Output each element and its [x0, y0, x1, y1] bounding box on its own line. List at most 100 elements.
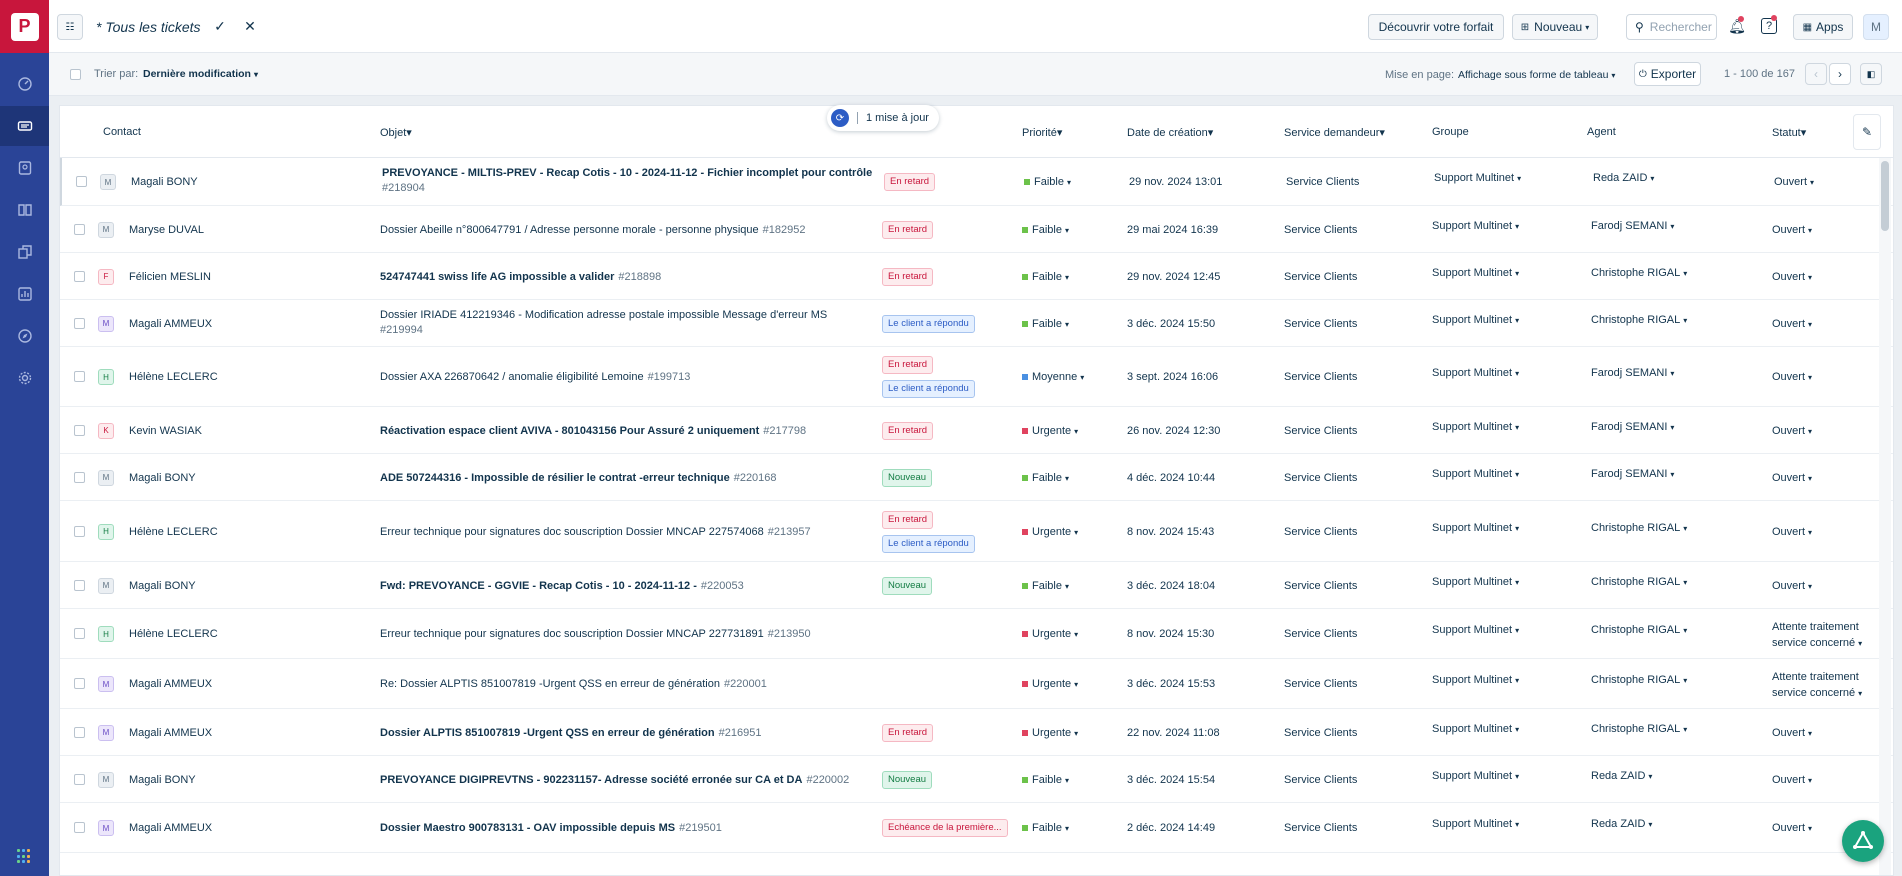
group-dropdown[interactable]: Support Multinet ▾ [1432, 314, 1519, 326]
update-notice-pill[interactable]: ⟳ 1 mise à jour [827, 105, 939, 131]
agent-dropdown[interactable]: Farodj SEMANI ▾ [1591, 220, 1674, 232]
contact-name[interactable]: Kevin WASIAK [129, 425, 202, 437]
row-checkbox[interactable] [74, 371, 85, 382]
row-checkbox[interactable] [74, 579, 85, 591]
save-view-check-icon[interactable]: ✓ [212, 18, 228, 34]
contact-name[interactable]: Magali AMMEUX [129, 822, 212, 834]
agent-dropdown[interactable]: Christophe RIGAL ▾ [1591, 624, 1687, 636]
agent-dropdown[interactable]: Christophe RIGAL ▾ [1591, 723, 1687, 735]
toggle-side-panel-button[interactable]: ◧ [1860, 63, 1882, 85]
status-dropdown[interactable]: Ouvert ▾ [1772, 470, 1872, 487]
nav-reports[interactable] [0, 274, 49, 314]
contact-name[interactable]: Magali AMMEUX [129, 727, 212, 739]
contact-name[interactable]: Magali BONY [129, 580, 196, 592]
table-row[interactable]: M Maryse DUVAL Dossier Abeille n°8006477… [60, 206, 1893, 253]
search-input[interactable]: ⚲ Rechercher [1626, 14, 1717, 40]
table-row[interactable]: M Magali AMMEUX Dossier ALPTIS 851007819… [60, 709, 1893, 756]
new-button[interactable]: ⊞ Nouveau ▾ [1512, 14, 1598, 40]
priority-dropdown[interactable]: Faible ▾ [1024, 176, 1071, 188]
group-dropdown[interactable]: Support Multinet ▾ [1432, 770, 1519, 782]
status-dropdown[interactable]: Ouvert ▾ [1772, 369, 1872, 386]
row-checkbox[interactable] [74, 223, 85, 235]
group-dropdown[interactable]: Support Multinet ▾ [1432, 674, 1519, 686]
contact-name[interactable]: Hélène LECLERC [129, 526, 218, 538]
row-checkbox[interactable] [74, 726, 85, 738]
sort-dropdown[interactable]: Dernière modification ▾ [143, 68, 258, 80]
group-dropdown[interactable]: Support Multinet ▾ [1432, 522, 1519, 534]
column-statut[interactable]: Statut▾ [1772, 126, 1806, 139]
table-row[interactable]: M Magali BONY ADE 507244316 - Impossible… [60, 454, 1893, 501]
row-checkbox[interactable] [74, 471, 85, 483]
priority-dropdown[interactable]: Faible ▾ [1022, 822, 1069, 834]
agent-dropdown[interactable]: Christophe RIGAL ▾ [1591, 267, 1687, 279]
contact-name[interactable]: Hélène LECLERC [129, 628, 218, 640]
contact-name[interactable]: Félicien MESLIN [129, 271, 211, 283]
ticket-subject[interactable]: Dossier Abeille n°800647791 / Adresse pe… [380, 224, 805, 236]
ticket-subject[interactable]: Erreur technique pour signatures doc sou… [380, 628, 811, 640]
ticket-subject[interactable]: Erreur technique pour signatures doc sou… [380, 526, 811, 538]
agent-dropdown[interactable]: Christophe RIGAL ▾ [1591, 674, 1687, 686]
ticket-subject[interactable]: Re: Dossier ALPTIS 851007819 -Urgent QSS… [380, 678, 767, 690]
contact-name[interactable]: Magali BONY [131, 176, 198, 188]
status-dropdown[interactable]: Ouvert ▾ [1772, 725, 1872, 742]
ticket-subject[interactable]: Dossier Maestro 900783131 - OAV impossib… [380, 822, 722, 834]
nav-contacts[interactable] [0, 148, 49, 188]
row-checkbox[interactable] [74, 773, 85, 785]
agent-dropdown[interactable]: Christophe RIGAL ▾ [1591, 576, 1687, 588]
table-row[interactable]: H Hélène LECLERC Dossier AXA 226870642 /… [60, 347, 1893, 407]
row-checkbox[interactable] [74, 822, 85, 833]
toggle-filters-button[interactable]: ☷ [57, 14, 83, 40]
table-row[interactable]: K Kevin WASIAK Réactivation espace clien… [60, 407, 1893, 454]
edit-columns-button[interactable]: ✎ [1853, 114, 1881, 150]
row-checkbox[interactable] [74, 270, 85, 282]
priority-dropdown[interactable]: Moyenne ▾ [1022, 371, 1084, 383]
scrollbar-thumb[interactable] [1881, 161, 1889, 231]
ticket-subject[interactable]: Dossier IRIADE 412219346 - Modification … [380, 309, 827, 336]
status-dropdown[interactable]: Ouvert ▾ [1774, 174, 1874, 191]
column-priorite[interactable]: Priorité▾ [1022, 126, 1062, 139]
table-scrollbar[interactable] [1879, 158, 1891, 875]
user-avatar[interactable]: M [1863, 14, 1889, 40]
row-checkbox[interactable] [76, 176, 87, 187]
priority-dropdown[interactable]: Faible ▾ [1022, 774, 1069, 786]
group-dropdown[interactable]: Support Multinet ▾ [1432, 624, 1519, 636]
status-dropdown[interactable]: Attente traitement service concerné ▾ [1772, 669, 1872, 702]
ticket-subject[interactable]: 524747441 swiss life AG impossible a val… [380, 271, 661, 283]
discover-plan-button[interactable]: Découvrir votre forfait [1368, 14, 1504, 40]
nav-assets[interactable] [0, 232, 49, 272]
select-all-checkbox[interactable] [70, 69, 81, 80]
status-dropdown[interactable]: Ouvert ▾ [1772, 578, 1872, 595]
app-switcher-icon[interactable] [17, 849, 32, 864]
agent-dropdown[interactable]: Farodj SEMANI ▾ [1591, 468, 1674, 480]
status-dropdown[interactable]: Ouvert ▾ [1772, 772, 1872, 789]
column-objet[interactable]: Objet▾ [380, 126, 412, 139]
table-row[interactable]: F Félicien MESLIN 524747441 swiss life A… [60, 253, 1893, 300]
status-dropdown[interactable]: Ouvert ▾ [1772, 269, 1872, 286]
group-dropdown[interactable]: Support Multinet ▾ [1432, 220, 1519, 232]
priority-dropdown[interactable]: Faible ▾ [1022, 271, 1069, 283]
prev-page-button[interactable]: ‹ [1805, 63, 1827, 85]
view-title[interactable]: * Tous les tickets [96, 19, 201, 35]
agent-dropdown[interactable]: Reda ZAID ▾ [1591, 818, 1652, 830]
ticket-subject[interactable]: Fwd: PREVOYANCE - GGVIE - Recap Cotis - … [380, 580, 744, 592]
ticket-subject[interactable]: ADE 507244316 - Impossible de résilier l… [380, 472, 777, 484]
table-row[interactable]: M Magali BONY PREVOYANCE - MILTIS-PREV -… [60, 158, 1893, 206]
priority-dropdown[interactable]: Urgente ▾ [1022, 727, 1078, 739]
agent-dropdown[interactable]: Reda ZAID ▾ [1591, 770, 1652, 782]
priority-dropdown[interactable]: Faible ▾ [1022, 224, 1069, 236]
nav-explore[interactable] [0, 316, 49, 356]
group-dropdown[interactable]: Support Multinet ▾ [1432, 576, 1519, 588]
export-button[interactable]: ⏻ Exporter [1634, 62, 1701, 86]
ticket-subject[interactable]: Dossier AXA 226870642 / anomalie éligibi… [380, 371, 690, 383]
nav-dashboard[interactable] [0, 64, 49, 104]
nav-settings[interactable] [0, 358, 49, 398]
status-dropdown[interactable]: Ouvert ▾ [1772, 316, 1872, 333]
row-checkbox[interactable] [74, 628, 85, 639]
row-checkbox[interactable] [74, 678, 85, 689]
table-row[interactable]: M Magali BONY Fwd: PREVOYANCE - GGVIE - … [60, 562, 1893, 609]
ticket-subject[interactable]: PREVOYANCE - MILTIS-PREV - Recap Cotis -… [382, 167, 872, 194]
table-row[interactable]: M Magali AMMEUX Dossier Maestro 90078313… [60, 803, 1893, 853]
row-checkbox[interactable] [74, 424, 85, 436]
status-dropdown[interactable]: Attente traitement service concerné ▾ [1772, 619, 1872, 652]
agent-dropdown[interactable]: Farodj SEMANI ▾ [1591, 367, 1674, 379]
